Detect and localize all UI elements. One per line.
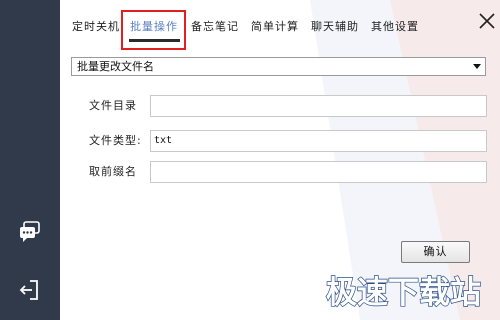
- close-button[interactable]: [478, 12, 496, 30]
- tab-memo-notes[interactable]: 备忘笔记: [191, 17, 239, 37]
- confirm-button[interactable]: 确认: [401, 241, 470, 263]
- operation-select-value: 批量更改文件名: [77, 60, 154, 73]
- tab-bar: 定时关机 批量操作 备忘笔记 简单计算 聊天辅助 其他设置: [60, 0, 500, 52]
- directory-label: 文件目录: [89, 99, 137, 112]
- exit-icon[interactable]: [18, 278, 42, 302]
- file-type-input[interactable]: txt: [150, 130, 487, 152]
- tab-other-settings[interactable]: 其他设置: [371, 17, 419, 37]
- sidebar: [0, 0, 60, 320]
- main-panel: 定时关机 批量操作 备忘笔记 简单计算 聊天辅助 其他设置 批量更改文件名 文件…: [60, 0, 500, 320]
- tab-simple-calculator[interactable]: 简单计算: [251, 17, 299, 37]
- prefix-label: 取前缀名: [89, 165, 137, 178]
- tab-chat-assistant[interactable]: 聊天辅助: [311, 17, 359, 37]
- file-type-label: 文件类型:: [89, 134, 142, 147]
- dropdown-arrow-icon: [473, 64, 481, 69]
- tab-highlight-box: [121, 10, 186, 50]
- operation-select[interactable]: 批量更改文件名: [71, 57, 486, 76]
- tab-scheduled-shutdown[interactable]: 定时关机: [72, 17, 120, 37]
- directory-input[interactable]: [150, 95, 487, 117]
- site-watermark: 极速下载站: [324, 268, 500, 314]
- chat-bubbles-icon[interactable]: [18, 220, 42, 244]
- svg-text:极速下载站: 极速下载站: [326, 275, 481, 311]
- prefix-input[interactable]: [150, 161, 487, 183]
- close-icon: [479, 13, 495, 29]
